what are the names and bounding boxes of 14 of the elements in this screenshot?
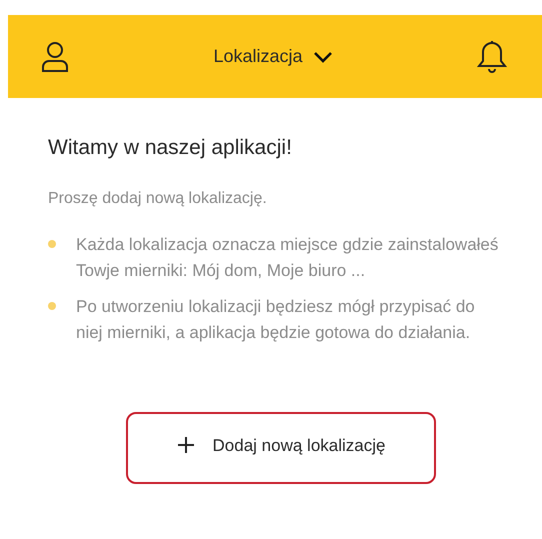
welcome-heading: Witamy w naszej aplikacji! xyxy=(48,136,293,160)
location-dropdown[interactable]: Lokalizacja xyxy=(209,42,337,71)
bell-icon xyxy=(476,40,508,74)
bullet-dot xyxy=(48,240,56,248)
intro-text: Proszę dodaj nową lokalizację. xyxy=(48,190,268,208)
bullet-text: Każda lokalizacja oznacza miejsce gdzie zainstalowałeś Towje mierniki: Mój dom, Moje biuro ... xyxy=(76,234,500,282)
bullet-dot xyxy=(48,302,56,310)
user-icon xyxy=(40,40,70,72)
add-location-button[interactable]: Dodaj nową lokalizację xyxy=(126,412,436,484)
profile-button[interactable] xyxy=(40,40,70,72)
notifications-button[interactable] xyxy=(476,40,508,74)
chevron-down-icon xyxy=(312,50,333,62)
plus-icon xyxy=(176,436,195,454)
bullet-text: Po utworzeniu lokalizacji będziesz mógł przypisać do niej mierniki, a aplikacja będzie gotowa do działania. xyxy=(76,296,476,344)
